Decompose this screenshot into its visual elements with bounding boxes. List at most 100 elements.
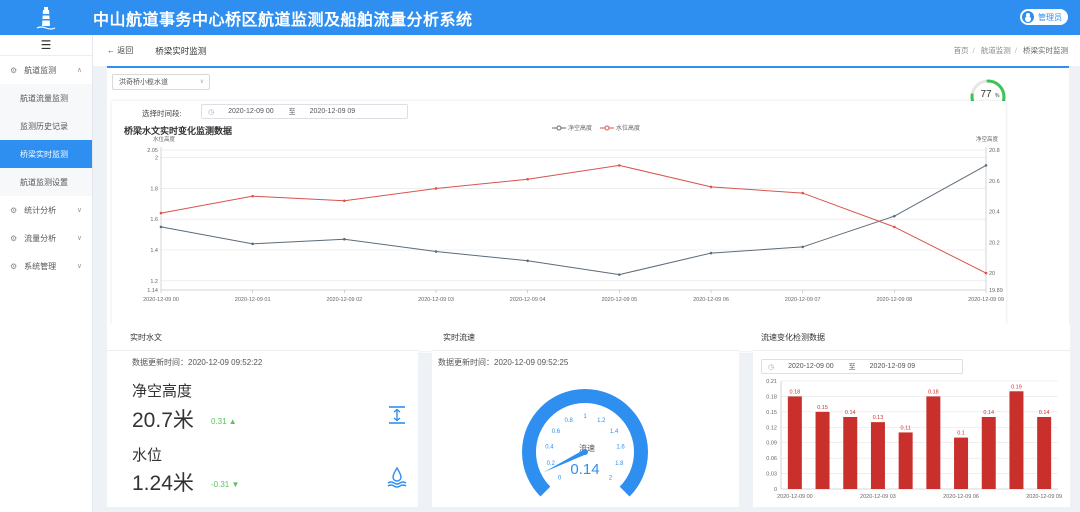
gauge-tick — [629, 438, 633, 440]
gauge-tick — [538, 465, 544, 468]
x-tick-label: 2020-12-09 01 — [235, 297, 271, 303]
bar — [843, 417, 858, 489]
gauge-tick — [626, 465, 632, 468]
breadcrumb-channel[interactable]: 航道监测 — [981, 46, 1011, 55]
clearance-series-line — [160, 164, 987, 276]
bar-value-label: 0.14 — [845, 410, 856, 416]
data-point — [984, 271, 988, 275]
data-point — [984, 164, 988, 167]
y-right-tick-label: 20 — [989, 271, 995, 277]
top-bar: 中山航道事务中心桥区航道监测及船舶流量分析系统 管理员 — [0, 0, 1080, 35]
gear-icon: ⚙ — [10, 205, 18, 215]
gauge-tick — [562, 408, 566, 413]
bar — [954, 437, 969, 489]
gauge-tick — [557, 411, 560, 414]
water-level-label: 水位 — [132, 447, 163, 464]
bar-value-label: 0.19 — [1011, 384, 1022, 390]
water-level-value: 1.24米 — [132, 472, 194, 495]
range-end[interactable]: 2020-12-09 09 — [310, 108, 356, 115]
legend-item-clearance[interactable]: 净空高度 — [552, 123, 592, 132]
time-range-picker[interactable]: ◷ 2020-12-09 00 至 2020-12-09 09 — [201, 104, 408, 119]
gauge-hub — [582, 449, 588, 455]
user-menu-button[interactable]: 管理员 — [1020, 9, 1068, 25]
main-area: ← 返回 桥梁实时监测 首页 / 航道监测 / 桥梁实时监测 洪奇桥小榄水道 ∨ 7… — [93, 35, 1080, 512]
breadcrumb-home[interactable]: 首页 — [954, 46, 969, 55]
y-tick-label: 0 — [774, 487, 777, 493]
x-tick-label: 2020-12-09 00 — [143, 297, 179, 303]
channel-select-value: 洪奇桥小榄水道 — [119, 79, 168, 86]
gauge-tick-label: 1.6 — [616, 444, 625, 450]
y-left-tick-label: 1.2 — [150, 279, 158, 285]
data-point — [251, 194, 254, 198]
y-right-tick-label: 20.6 — [989, 179, 1000, 185]
y-tick-label: 0.03 — [766, 472, 777, 478]
legend-label: 净空高度 — [568, 126, 593, 132]
y-left-tick-label: 1.14 — [147, 288, 158, 294]
channel-select[interactable]: 洪奇桥小榄水道 ∨ — [112, 74, 210, 90]
user-icon — [1022, 11, 1034, 23]
y-left-tick-label: 1.6 — [150, 217, 158, 223]
x-tick-label: 2020-12-09 08 — [876, 297, 912, 303]
data-point — [893, 214, 896, 218]
sidebar: ☰ ⚙ 航道监测 ∧ 航道流量监测 监测历史记录 桥梁实时监测 航道监测设置 ⚙… — [0, 35, 93, 512]
bar — [981, 417, 996, 489]
chevron-down-icon: ∨ — [76, 235, 82, 242]
gauge-tick — [536, 443, 542, 446]
sidebar-group-statistics[interactable]: ⚙ 统计分析 ∨ — [0, 196, 92, 224]
gauge-tick — [618, 418, 622, 422]
sidebar-group-channel-monitoring[interactable]: ⚙ 航道监测 ∧ — [0, 56, 92, 84]
water-level-delta: -0.31 ▼ — [211, 480, 240, 489]
x-tick-label: 2020-12-09 09 — [1026, 494, 1062, 500]
gauge-tick-label: 1.4 — [610, 429, 619, 435]
hydro-chart-panel: 洪奇桥小榄水道 ∨ 77 % 40°C 🌡 选择时间段: ◷ 2020-12-0… — [107, 68, 1069, 353]
y-tick-label: 0.06 — [766, 456, 777, 462]
gauge-tick — [630, 460, 634, 462]
data-point — [251, 242, 254, 246]
y-tick-label: 0.09 — [766, 441, 777, 447]
x-tick-label: 2020-12-09 07 — [785, 297, 821, 303]
sidebar-item-flow-monitoring[interactable]: 航道流量监测 — [0, 84, 92, 112]
gauge-tick-label: 0.8 — [564, 418, 573, 424]
sidebar-group-label: 航道监测 — [24, 65, 57, 75]
speed-change-card: 流速变化检测数据 ◷ 2020-12-09 00 至 2020-12-09 09… — [753, 324, 1070, 507]
y-tick-label: 0.15 — [766, 410, 777, 416]
sidebar-item-bridge-realtime[interactable]: 桥梁实时监测 — [0, 140, 92, 168]
gauge-tick — [552, 414, 556, 418]
sidebar-item-history[interactable]: 监测历史记录 — [0, 112, 92, 140]
gauge-tick — [628, 443, 634, 446]
gauge-tick-label: 1.8 — [615, 461, 624, 467]
ring-value: 77 — [980, 89, 992, 100]
gauge-tick — [610, 411, 613, 414]
x-tick-label: 2020-12-09 04 — [510, 297, 546, 303]
data-point — [343, 237, 346, 241]
y-right-tick-label: 20.4 — [989, 210, 1000, 216]
hamburger-menu-icon[interactable]: ☰ — [0, 35, 92, 56]
x-tick-label: 2020-12-09 02 — [326, 297, 362, 303]
chevron-down-icon: ∨ — [76, 207, 82, 214]
gauge-tick — [604, 408, 608, 413]
sidebar-group-flow-analysis[interactable]: ⚙ 流量分析 ∨ — [0, 224, 92, 252]
data-point — [526, 177, 529, 181]
bar-value-label: 0.18 — [789, 389, 800, 395]
clock-icon: ◷ — [208, 108, 215, 116]
y-left-tick-label: 2 — [155, 156, 158, 162]
range-start[interactable]: 2020-12-09 00 — [228, 108, 274, 115]
water-level-series-line — [160, 164, 987, 274]
sidebar-group-system[interactable]: ⚙ 系统管理 ∨ — [0, 252, 92, 280]
bar-value-label: 0.11 — [901, 425, 911, 431]
ring-unit: % — [995, 93, 1000, 99]
range-separator: 至 — [288, 108, 296, 116]
legend-item-water-level[interactable]: 水位高度 — [600, 123, 640, 132]
gear-icon: ⚙ — [10, 233, 18, 243]
gauge-tick-label: 2 — [609, 475, 613, 481]
gauge-tick — [573, 404, 575, 408]
sidebar-item-monitoring-settings[interactable]: 航道监测设置 — [0, 168, 92, 196]
gauge-tick — [595, 404, 597, 408]
gauge-tick-label: 1 — [583, 414, 587, 420]
back-button[interactable]: ← 返回 — [107, 45, 133, 56]
data-point — [434, 187, 438, 190]
data-point — [159, 225, 163, 229]
gauge-tick — [626, 470, 630, 473]
gauge-tick — [550, 482, 555, 487]
y-tick-label: 0.18 — [766, 394, 777, 400]
